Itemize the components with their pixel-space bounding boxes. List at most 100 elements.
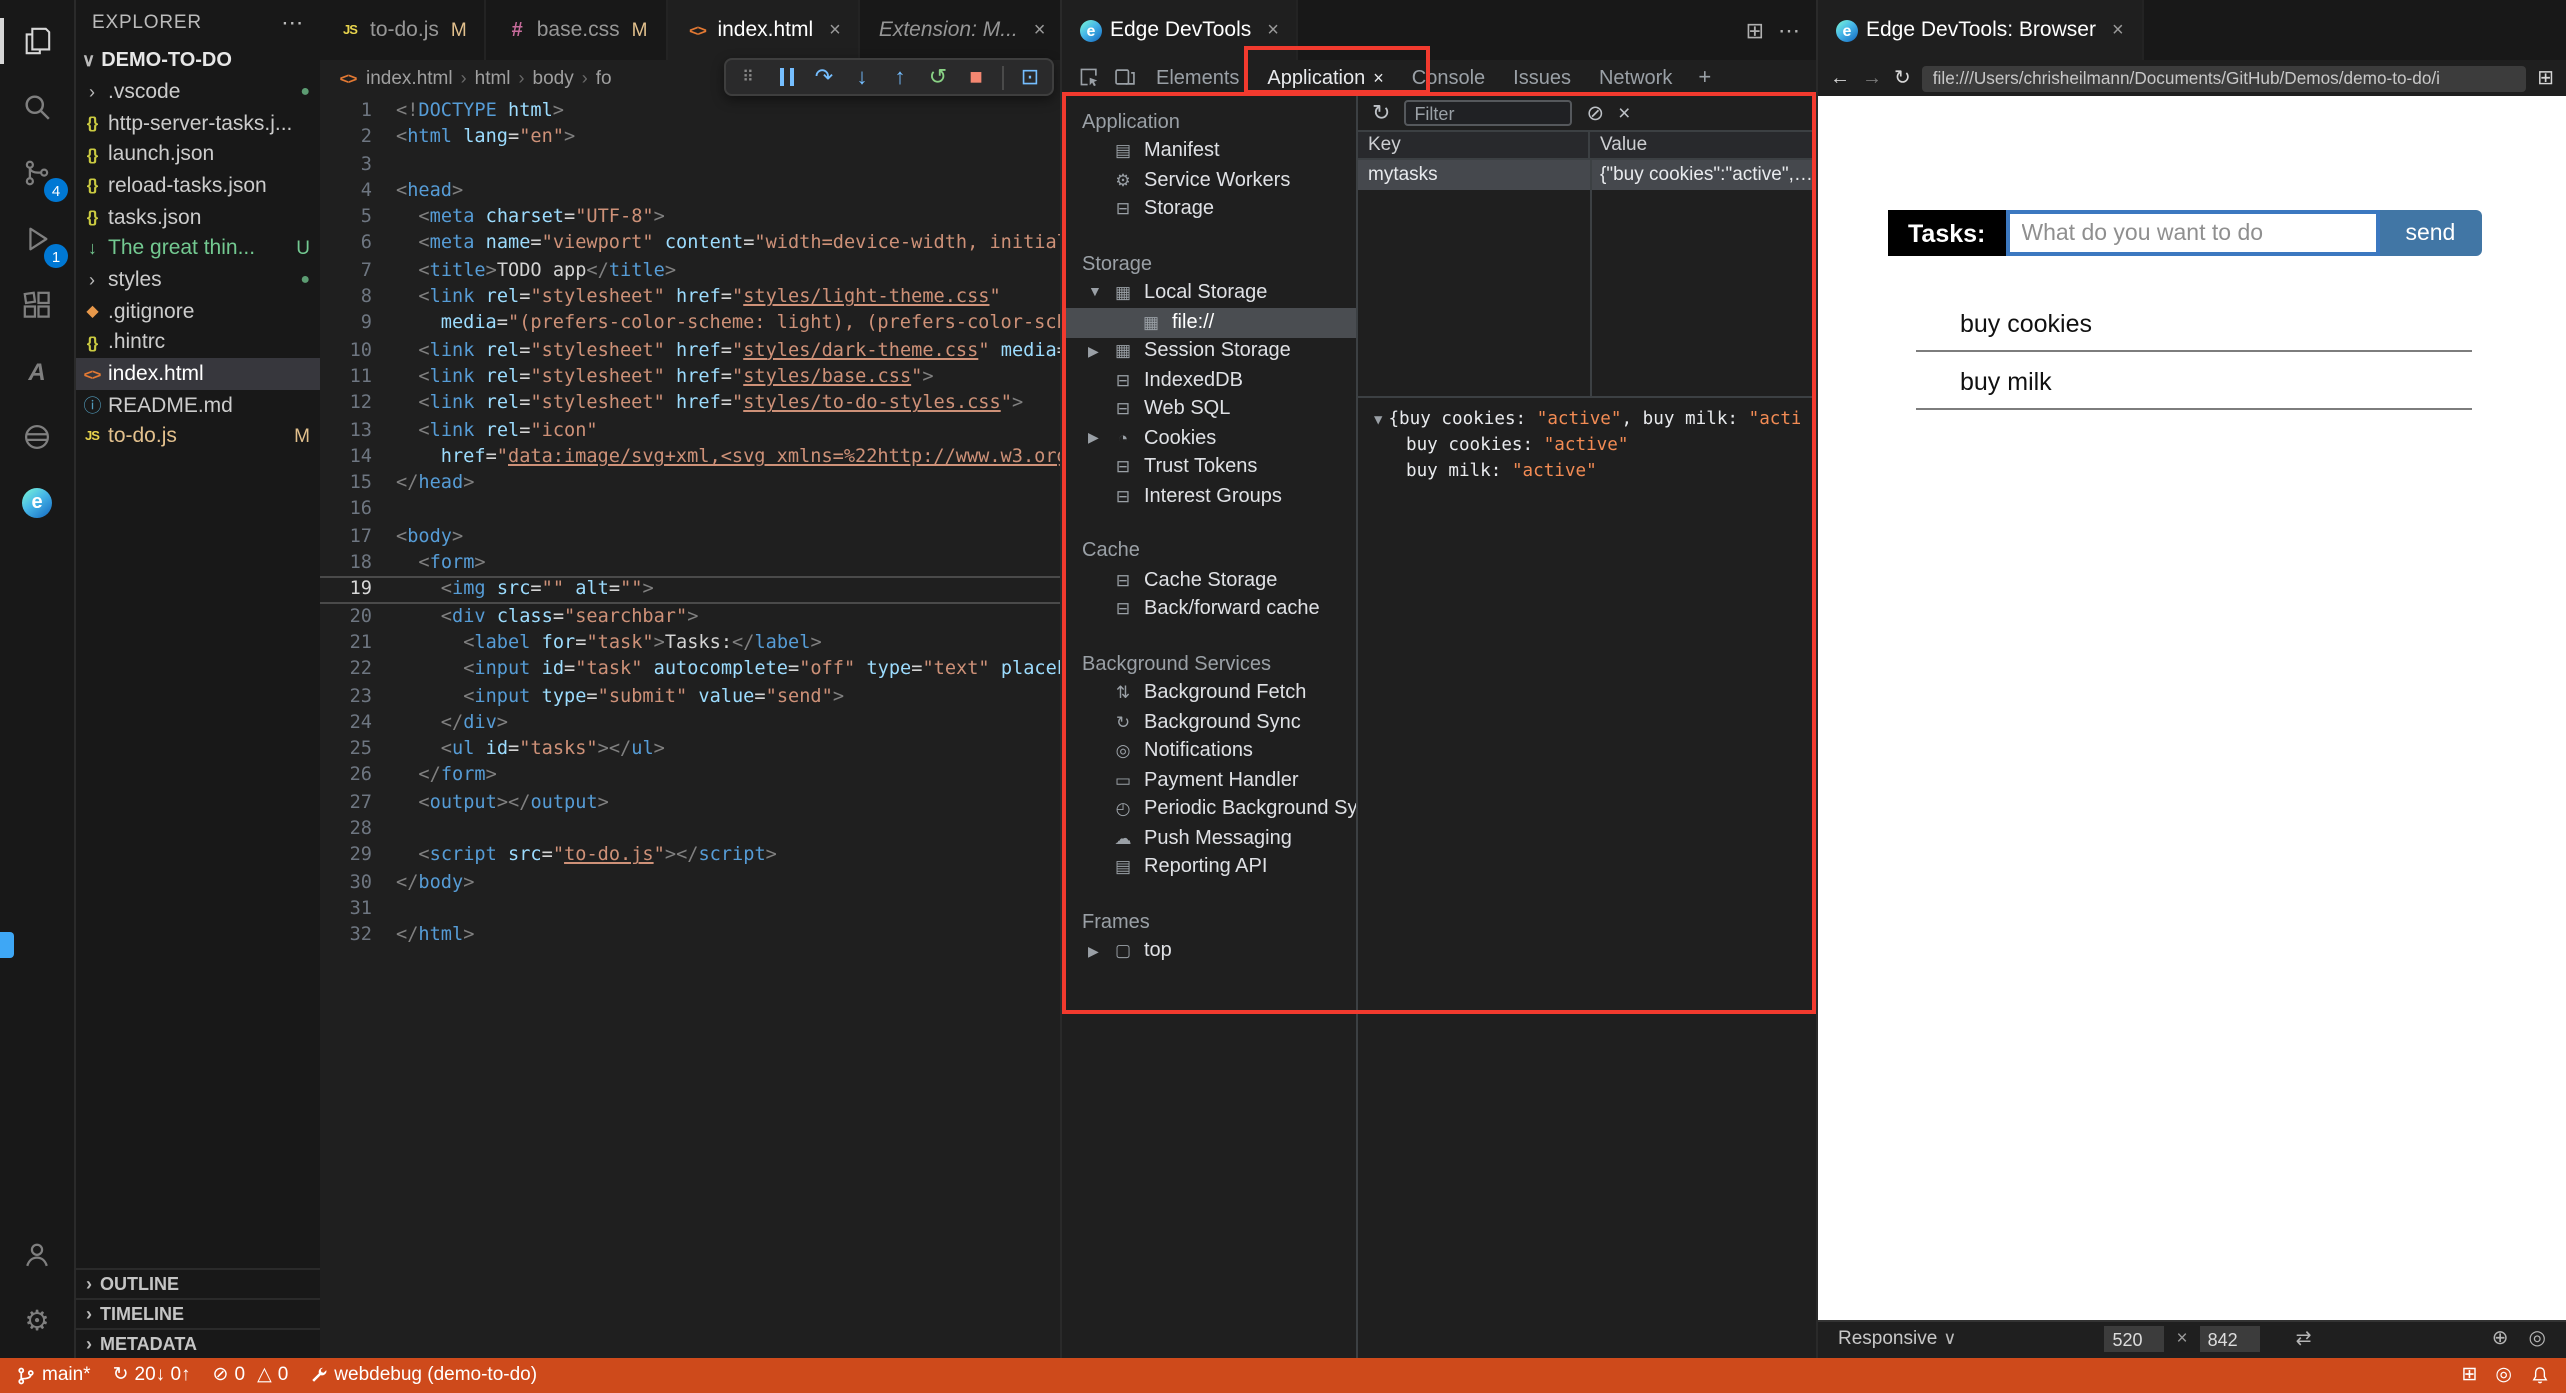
sidebar-item-background-sync[interactable]: ↻ Background Sync [1062,708,1356,737]
explorer-more-actions-icon[interactable]: ⋯ [281,9,304,35]
activity-item-run-debug[interactable]: 1 [0,206,74,272]
close-icon[interactable]: × [1373,68,1384,88]
sidebar-item-interest-groups[interactable]: ⊟ Interest Groups [1062,482,1356,511]
code-line-20[interactable]: 20 <div class="searchbar"> [320,603,1060,630]
task-item-buy-milk[interactable]: buy milk [1916,362,2472,410]
sidebar-item-background-fetch[interactable]: ⇅ Background Fetch [1062,679,1356,708]
reload-button[interactable]: ↻ [1894,67,1911,89]
code-line-26[interactable]: 26 </form> [320,763,1060,790]
line-number[interactable]: 6 [320,231,396,258]
line-number[interactable]: 26 [320,763,396,790]
devtools-tab-network[interactable]: Network [1585,60,1686,96]
sidebar-item-web-sql[interactable]: ⊟ Web SQL [1062,395,1356,424]
send-button[interactable]: send [2379,210,2482,256]
breadcrumb-item-index-html[interactable]: index.html [366,67,453,89]
code-line-15[interactable]: 15 </head> [320,470,1060,497]
file-item-http-server-tasks-j[interactable]: {} http-server-tasks.j... [76,107,320,138]
code-line-30[interactable]: 30 </body> [320,869,1060,896]
code-line-27[interactable]: 27 <output></output> [320,789,1060,816]
sidebar-item-periodic-background-sync[interactable]: ◴ Periodic Background Sync [1062,795,1356,824]
file-item-readme-md[interactable]: ⓘ README.md [76,390,320,421]
task-input[interactable] [2005,210,2380,256]
restart-button[interactable]: ↺ [926,64,950,90]
line-number[interactable]: 20 [320,603,396,630]
line-number[interactable]: 17 [320,524,396,551]
column-header-value[interactable]: Value [1590,132,1657,158]
tab-edge-devtools[interactable]: e Edge DevTools × [1062,0,1299,60]
code-line-28[interactable]: 28 [320,816,1060,843]
code-line-22[interactable]: 22 <input id="task" autocomplete="off" t… [320,656,1060,683]
line-number[interactable]: 12 [320,391,396,418]
devtools-tab-issues[interactable]: Issues [1499,60,1585,96]
sidebar-item-notifications[interactable]: ◎ Notifications [1062,737,1356,766]
code-line-18[interactable]: 18 <form> [320,550,1060,577]
code-line-6[interactable]: 6 <meta name="viewport" content="width=d… [320,231,1060,258]
filter-input[interactable] [1404,100,1573,126]
sidebar-item-cookies[interactable]: ▶ ◔ Cookies [1062,424,1356,453]
file-item-reload-tasks-json[interactable]: {} reload-tasks.json [76,170,320,201]
activity-item-settings[interactable]: ⚙ [0,1287,74,1353]
task-item-buy-cookies[interactable]: buy cookies [1916,304,2472,352]
line-number[interactable]: 24 [320,710,396,737]
line-number[interactable]: 32 [320,922,396,949]
code-line-5[interactable]: 5 <meta charset="UTF-8"> [320,204,1060,231]
code-line-7[interactable]: 7 <title>TODO app</title> [320,258,1060,285]
notifications-bell-icon[interactable] [2530,1365,2550,1385]
sidebar-item-session-storage[interactable]: ▶ ▦ Session Storage [1062,337,1356,366]
drag-handle-icon[interactable]: ⠿ [736,68,760,86]
sidebar-section-metadata[interactable]: › METADATA [76,1327,320,1357]
sidebar-item-local-storage[interactable]: ▼ ▦ Local Storage [1062,279,1356,308]
breadcrumb-item-fo[interactable]: fo [596,67,612,89]
code-line-32[interactable]: 32 </html> [320,922,1060,949]
line-number[interactable]: 2 [320,125,396,152]
code-line-1[interactable]: 1 <!DOCTYPE html> [320,98,1060,125]
code-line-23[interactable]: 23 <input type="submit" value="send"> [320,683,1060,710]
activity-item-source-control[interactable]: 4 [0,140,74,206]
line-number[interactable]: 19 [320,577,396,604]
line-number[interactable]: 21 [320,630,396,657]
sidebar-item-file[interactable]: ▦ file:// [1062,308,1356,337]
back-button[interactable]: ← [1830,67,1850,89]
more-actions-icon[interactable]: ⋯ [1778,17,1800,43]
forward-button[interactable]: → [1862,67,1882,89]
chevron-right-icon[interactable]: ▶ [1088,944,1099,960]
code-line-9[interactable]: 9 media="(prefers-color-scheme: light), … [320,311,1060,338]
screencast-icon[interactable]: ⊞ [2461,1364,2477,1386]
code-line-13[interactable]: 13 <link rel="icon" [320,417,1060,444]
tab-to-do-js[interactable]: JS to-do.js M [320,0,487,60]
line-number[interactable]: 15 [320,470,396,497]
git-branch-status[interactable]: main* [16,1364,91,1386]
sync-status[interactable]: ↻ 20↓ 0↑ [113,1364,191,1386]
sidebar-item-indexeddb[interactable]: ⊟ IndexedDB [1062,366,1356,395]
line-number[interactable]: 1 [320,98,396,125]
file-item-styles[interactable]: › styles ● [76,264,320,295]
line-number[interactable]: 11 [320,364,396,391]
tab-extension-m[interactable]: Extension: M... × [861,0,1060,60]
code-line-14[interactable]: 14 href="data:image/svg+xml,<svg xmlns=%… [320,444,1060,471]
task-status[interactable]: webdebug (demo-to-do) [310,1364,537,1386]
refresh-icon[interactable]: ↻ [1372,100,1390,126]
delete-selected-icon[interactable]: × [1618,101,1630,125]
breadcrumb-item-html[interactable]: html [475,67,511,89]
line-number[interactable]: 10 [320,337,396,364]
line-number[interactable]: 8 [320,284,396,311]
line-number[interactable]: 7 [320,258,396,285]
file-item-index-html[interactable]: <> index.html [76,358,320,390]
inspect-eye-icon[interactable]: ◎ [2529,1328,2546,1350]
storage-row-mytasks[interactable]: mytasks {"buy cookies":"active",… [1358,160,1816,190]
preview-summary[interactable]: ▼{buy cookies: "active", buy milk: "acti… [1374,408,1800,434]
clear-all-icon[interactable]: ⊘ [1586,101,1604,125]
line-number[interactable]: 28 [320,816,396,843]
devtools-tab-application[interactable]: Application × [1253,60,1397,96]
file-item-to-do-js[interactable]: JS to-do.js M [76,421,320,452]
viewport-width-input[interactable] [2104,1326,2165,1352]
activity-item-remote[interactable] [0,404,74,470]
breadcrumb-item-body[interactable]: body [533,67,574,89]
zoom-fit-icon[interactable]: ⊕ [2492,1328,2509,1350]
code-line-11[interactable]: 11 <link rel="stylesheet" href="styles/b… [320,364,1060,391]
broadcast-icon[interactable]: ◎ [2495,1364,2512,1386]
code-line-25[interactable]: 25 <ul id="tasks"></ul> [320,736,1060,763]
line-number[interactable]: 23 [320,683,396,710]
code-line-21[interactable]: 21 <label for="task">Tasks:</label> [320,630,1060,657]
line-number[interactable]: 3 [320,151,396,178]
